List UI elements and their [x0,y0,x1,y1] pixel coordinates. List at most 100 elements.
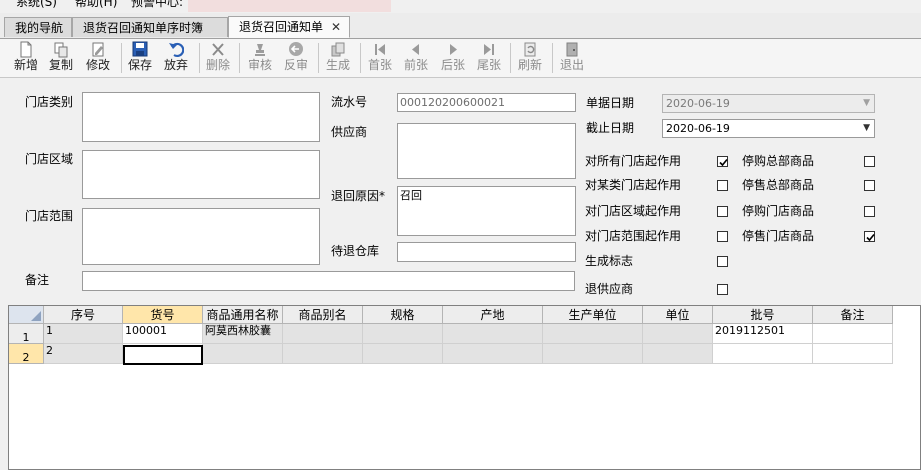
generate-icon [330,41,346,58]
table-cell[interactable] [363,324,443,344]
supplier-field[interactable] [397,123,576,179]
next-button[interactable]: 后张 [436,40,470,76]
return-reason-label: 退回原因* [331,189,386,203]
table-cell[interactable]: 阿莫西林胶囊 [203,324,283,344]
copy-icon [53,41,69,58]
flag-checkbox[interactable] [717,256,728,267]
first-button[interactable]: 首张 [363,40,397,76]
flag-label: 对所有门店起作用 [585,154,682,168]
column-header[interactable]: 单位 [643,306,713,324]
serial-field[interactable]: 000120200600021 [397,93,576,112]
doc-date-label: 单据日期 [586,96,635,110]
refresh-label: 刷新 [517,58,542,72]
table-cell[interactable]: 2019112501 [713,324,813,344]
exit-label: 退出 [559,58,584,72]
previous-button[interactable]: 前张 [399,40,433,76]
toolbar: 新增 复制 修改 保存 放弃 删除 审核 反审 生成 首张 前张 后张 尾张 刷… [0,39,921,78]
revert-icon [288,41,304,58]
unaudit-button[interactable]: 反审 [279,40,313,76]
discard-label: 放弃 [163,58,188,72]
warehouse-field[interactable] [397,242,576,262]
store-region-label: 门店区域 [25,152,74,166]
table-cell[interactable] [543,324,643,344]
deadline-label: 截止日期 [586,121,635,135]
store-region-field[interactable] [82,150,320,199]
menu-help[interactable]: 帮助(H) [75,0,117,9]
stop-flag-checkbox[interactable] [864,156,875,167]
store-scope-field[interactable] [82,208,320,265]
save-button[interactable]: 保存 [123,40,157,76]
close-icon[interactable]: ✕ [331,17,341,37]
save-icon [132,41,148,58]
last-icon [481,41,497,58]
flag-checkbox[interactable] [717,156,728,167]
table-cell[interactable] [203,344,283,364]
generate-button[interactable]: 生成 [321,40,355,76]
table-cell[interactable]: 2 [44,344,123,364]
column-header[interactable]: 商品通用名称 [203,306,283,324]
deadline-date-picker[interactable]: 2020-06-19 ▼ [662,119,875,138]
column-header[interactable]: 规格 [363,306,443,324]
table-cell[interactable] [813,344,893,364]
column-header[interactable]: 序号 [44,306,123,324]
chevron-down-icon: ▼ [863,98,870,108]
store-scope-label: 门店范围 [25,209,74,223]
table-cell[interactable] [813,324,893,344]
menu-bar: 系统(S) 帮助(H) 预警中心: [0,0,921,12]
table-cell[interactable]: 100001 [123,324,203,344]
exit-door-icon [564,41,580,58]
menu-system[interactable]: 系统(S) [16,0,57,9]
copy-button[interactable]: 复制 [44,40,78,76]
detail-grid: 序号 货号 商品通用名称 商品别名 规格 产地 生产单位 单位 批号 备注 1 1 100001 阿莫西… [8,305,921,470]
delete-icon [210,41,226,58]
active-cell-editor[interactable] [123,345,203,365]
column-header[interactable]: 备注 [813,306,893,324]
table-cell[interactable] [363,344,443,364]
table-cell[interactable] [643,344,713,364]
table-cell[interactable] [443,344,543,364]
row-header[interactable]: 2 [9,344,44,364]
remark-field[interactable] [82,271,575,291]
exit-button[interactable]: 退出 [555,40,589,76]
delete-button[interactable]: 删除 [201,40,235,76]
stop-flag-checkbox[interactable] [864,231,875,242]
table-cell[interactable] [543,344,643,364]
flag-label: 生成标志 [585,254,634,268]
tab-return-recall-list[interactable]: 退货召回通知单序时簿 [72,17,228,37]
column-header[interactable]: 生产单位 [543,306,643,324]
table-cell[interactable] [643,324,713,344]
refresh-button[interactable]: 刷新 [513,40,547,76]
return-reason-field[interactable]: 召回 [397,186,576,236]
modify-button[interactable]: 修改 [81,40,115,76]
grid-corner[interactable] [9,306,44,324]
audit-button[interactable]: 审核 [243,40,277,76]
doc-date-picker[interactable]: 2020-06-19 ▼ [662,94,875,113]
flag-checkbox[interactable] [717,206,728,217]
column-header[interactable]: 商品别名 [283,306,363,324]
flag-label: 退供应商 [585,282,634,296]
table-cell[interactable]: 1 [44,324,123,344]
column-header[interactable]: 产地 [443,306,543,324]
chevron-down-icon[interactable]: ▼ [863,120,870,137]
flag-checkbox[interactable] [717,284,728,295]
column-header[interactable]: 批号 [713,306,813,324]
store-category-field[interactable] [82,92,320,142]
table-cell[interactable] [283,344,363,364]
stop-flag-checkbox[interactable] [864,180,875,191]
table-cell[interactable] [283,324,363,344]
discard-button[interactable]: 放弃 [159,40,193,76]
last-button[interactable]: 尾张 [472,40,506,76]
table-cell[interactable] [443,324,543,344]
tab-my-navigation[interactable]: 我的导航 [4,17,72,37]
tab-return-recall-notice[interactable]: 退货召回通知单 ✕ [228,16,350,38]
row-header[interactable]: 1 [9,324,44,344]
alert-center[interactable]: 预警中心: [131,0,183,9]
refresh-icon [522,41,538,58]
remark-label: 备注 [25,273,50,287]
column-header[interactable]: 货号 [123,306,203,324]
flag-checkbox[interactable] [717,231,728,242]
flag-checkbox[interactable] [717,180,728,191]
table-cell[interactable] [713,344,813,364]
tab-label: 退货召回通知单 [239,20,324,34]
stop-flag-checkbox[interactable] [864,206,875,217]
